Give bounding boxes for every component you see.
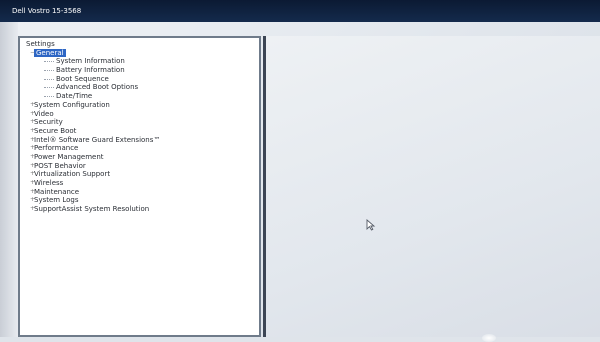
tree-connector xyxy=(44,70,54,72)
settings-tree: Settings − General System Information Ba… xyxy=(24,40,160,214)
tree-item-battery-information[interactable]: Battery Information xyxy=(24,66,160,75)
plus-expander-icon[interactable]: + xyxy=(30,118,35,127)
tree-root-label: Settings xyxy=(26,40,55,48)
tree-item-label: Date/Time xyxy=(56,92,93,101)
tree-node-label: Security xyxy=(34,118,63,127)
tree-node-general[interactable]: − General xyxy=(24,48,160,58)
tree-connector xyxy=(44,61,54,63)
tree-item-boot-sequence[interactable]: Boot Sequence xyxy=(24,75,160,84)
tree-node-supportassist[interactable]: + SupportAssist System Resolution xyxy=(24,205,160,214)
plus-expander-icon[interactable]: + xyxy=(30,101,35,110)
tree-node-intel-sgx[interactable]: + Intel® Software Guard Extensions™ xyxy=(24,136,160,145)
tree-node-label: System Configuration xyxy=(34,100,110,109)
tree-node-video[interactable]: + Video xyxy=(24,110,160,119)
plus-expander-icon[interactable]: + xyxy=(30,170,35,179)
plus-expander-icon[interactable]: + xyxy=(30,205,35,214)
tree-node-system-configuration[interactable]: + System Configuration xyxy=(24,101,160,110)
tree-node-performance[interactable]: + Performance xyxy=(24,144,160,153)
plus-expander-icon[interactable]: + xyxy=(30,196,35,205)
tree-node-label: Wireless xyxy=(34,179,64,187)
bios-screen: Settings − General System Information Ba… xyxy=(0,22,600,342)
plus-expander-icon[interactable]: + xyxy=(30,127,35,136)
tree-node-system-logs[interactable]: + System Logs xyxy=(24,196,160,205)
screen-edge xyxy=(0,22,18,337)
screen-glare xyxy=(482,334,496,342)
tree-item-advanced-boot-options[interactable]: Advanced Boot Options xyxy=(24,83,160,92)
tree-node-label: Maintenance xyxy=(34,187,80,196)
plus-expander-icon[interactable]: + xyxy=(30,110,35,119)
tree-connector xyxy=(44,78,54,80)
tree-item-label: Advanced Boot Options xyxy=(56,83,139,92)
tree-node-power-management[interactable]: + Power Management xyxy=(24,153,160,162)
tree-node-post-behavior[interactable]: + POST Behavior xyxy=(24,162,160,171)
tree-node-wireless[interactable]: + Wireless xyxy=(24,179,160,188)
window-title: Dell Vostro 15-3568 xyxy=(12,7,82,15)
tree-node-secure-boot[interactable]: + Secure Boot xyxy=(24,127,160,136)
settings-tree-panel[interactable]: Settings − General System Information Ba… xyxy=(18,36,261,337)
tree-item-label: Battery Information xyxy=(56,66,125,75)
plus-expander-icon[interactable]: + xyxy=(30,162,35,171)
tree-connector xyxy=(44,87,54,89)
plus-expander-icon[interactable]: + xyxy=(30,144,35,153)
tree-node-label: Intel® Software Guard Extensions™ xyxy=(34,135,161,144)
tree-item-date-time[interactable]: Date/Time xyxy=(24,92,160,101)
tree-node-security[interactable]: + Security xyxy=(24,118,160,127)
minus-expander-icon[interactable]: − xyxy=(30,49,35,58)
tree-node-virtualization-support[interactable]: + Virtualization Support xyxy=(24,170,160,179)
tree-node-label: Power Management xyxy=(34,152,104,161)
mouse-pointer-icon xyxy=(366,219,376,231)
plus-expander-icon[interactable]: + xyxy=(30,179,35,188)
tree-node-label: POST Behavior xyxy=(34,161,86,170)
tree-node-label: Performance xyxy=(34,144,79,153)
tree-item-system-information[interactable]: System Information xyxy=(24,57,160,66)
tree-item-label: System Information xyxy=(56,57,125,66)
tree-node-label: System Logs xyxy=(34,196,79,205)
tree-connector xyxy=(44,96,54,98)
plus-expander-icon[interactable]: + xyxy=(30,136,35,145)
tree-node-label: Secure Boot xyxy=(34,126,77,135)
plus-expander-icon[interactable]: + xyxy=(30,188,35,197)
tree-node-label: Video xyxy=(34,109,54,118)
tree-node-general-label: General xyxy=(34,48,66,57)
plus-expander-icon[interactable]: + xyxy=(30,153,35,162)
tree-node-label: Virtualization Support xyxy=(34,170,111,179)
tree-item-label: Boot Sequence xyxy=(56,74,109,83)
settings-detail-pane xyxy=(266,36,600,337)
tree-node-maintenance[interactable]: + Maintenance xyxy=(24,188,160,197)
tree-node-label: SupportAssist System Resolution xyxy=(34,205,150,214)
tree-root-settings[interactable]: Settings xyxy=(24,40,160,49)
